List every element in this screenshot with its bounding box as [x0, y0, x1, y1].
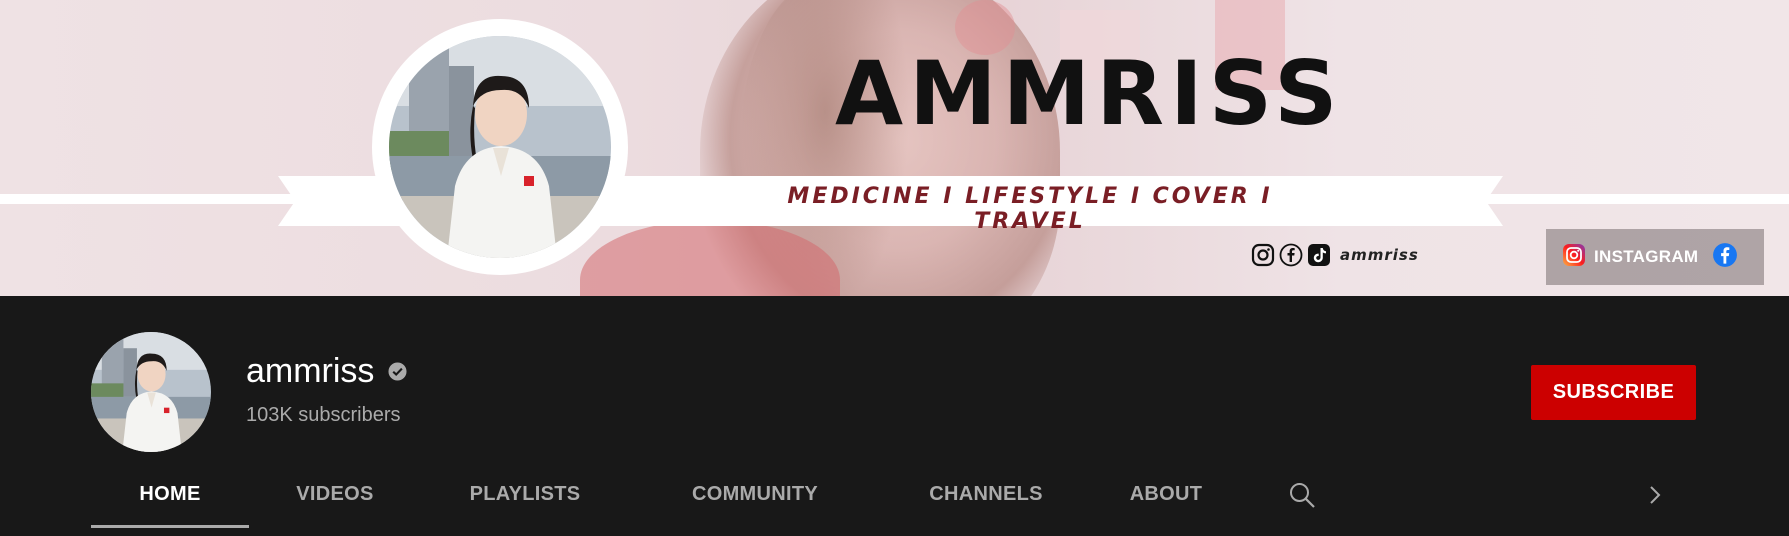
- banner-tagline: MEDICINE I LIFESTYLE I COVER I TRAVEL: [787, 184, 1273, 234]
- banner-social-icons: ammriss: [1250, 241, 1419, 269]
- facebook-icon: [1278, 242, 1304, 268]
- active-tab-indicator: [91, 525, 249, 528]
- subscriber-count: 103K subscribers: [246, 404, 401, 426]
- banner-links: INSTAGRAM: [1546, 229, 1764, 285]
- search-icon[interactable]: [1287, 480, 1317, 510]
- banner-handle: ammriss: [1340, 246, 1419, 264]
- banner-title: AMMRISS: [835, 42, 1344, 145]
- banner-profile-photo: [389, 36, 611, 258]
- tab-playlists[interactable]: PLAYLISTS: [454, 470, 596, 532]
- facebook-icon: [1712, 242, 1738, 273]
- channel-avatar[interactable]: [91, 332, 211, 452]
- instagram-icon: [1250, 242, 1276, 268]
- facebook-link[interactable]: [1712, 242, 1738, 273]
- verified-badge-icon: [388, 361, 407, 381]
- tab-community[interactable]: COMMUNITY: [668, 470, 842, 532]
- instagram-link[interactable]: INSTAGRAM: [1546, 229, 1698, 285]
- channel-name: ammriss: [246, 352, 375, 390]
- channel-banner: MEDICINE I LIFESTYLE I COVER I TRAVEL AM…: [0, 0, 1789, 296]
- tab-about[interactable]: ABOUT: [1111, 470, 1221, 532]
- tiktok-icon: [1306, 242, 1332, 268]
- instagram-link-label: INSTAGRAM: [1594, 247, 1699, 266]
- subscribe-button[interactable]: SUBSCRIBE: [1531, 365, 1696, 420]
- channel-name-row: ammriss: [246, 354, 407, 388]
- instagram-icon: [1562, 243, 1586, 272]
- tab-videos[interactable]: VIDEOS: [278, 470, 392, 532]
- tab-channels[interactable]: CHANNELS: [906, 470, 1066, 532]
- tab-home[interactable]: HOME: [91, 470, 249, 532]
- chevron-right-icon[interactable]: [1641, 481, 1669, 509]
